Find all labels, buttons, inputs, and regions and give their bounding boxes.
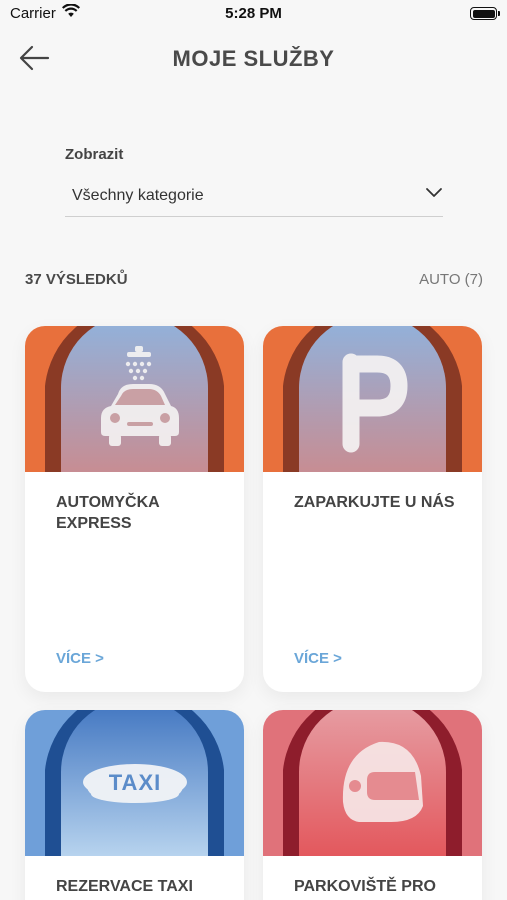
- taxi-icon: TAXI: [83, 764, 187, 803]
- service-card[interactable]: TAXI REZERVACE TAXI: [25, 710, 244, 900]
- card-image: TAXI: [25, 710, 244, 856]
- card-title: PARKOVIŠTĚ PRO: [294, 878, 436, 895]
- chevron-down-icon: [426, 188, 442, 197]
- status-bar: Carrier 5:28 PM: [0, 0, 507, 30]
- category-select-value: Všechny kategorie: [72, 187, 204, 204]
- more-link[interactable]: VÍCE >: [294, 650, 342, 667]
- card-image: [263, 710, 482, 856]
- service-card[interactable]: AUTOMYČKA EXPRESS VÍCE >: [25, 326, 244, 692]
- category-select[interactable]: Všechny kategorie: [65, 175, 443, 217]
- filter-label: Zobrazit: [65, 146, 124, 163]
- card-image: [25, 326, 244, 472]
- card-title: AUTOMYČKA EXPRESS: [56, 494, 160, 532]
- card-image: [263, 326, 482, 472]
- page-title: MOJE SLUŽBY: [172, 46, 335, 71]
- battery-icon: [470, 7, 500, 20]
- service-card[interactable]: ZAPARKUJTE U NÁS VÍCE >: [263, 326, 482, 692]
- header: MOJE SLUŽBY: [0, 30, 507, 90]
- service-card[interactable]: PARKOVIŠTĚ PRO: [263, 710, 482, 900]
- svg-text:TAXI: TAXI: [109, 770, 161, 795]
- car-wash-icon: [101, 346, 179, 446]
- card-title: ZAPARKUJTE U NÁS: [294, 494, 455, 511]
- results-count: 37 VÝSLEDKŮ: [25, 271, 128, 288]
- more-link[interactable]: VÍCE >: [56, 650, 104, 667]
- motorcycle-helmet-icon: [342, 741, 423, 822]
- parking-icon: [342, 353, 408, 453]
- category-filter: Zobrazit Všechny kategorie: [65, 146, 443, 217]
- clock-label: 5:28 PM: [225, 5, 282, 22]
- card-title: REZERVACE TAXI: [56, 878, 193, 895]
- results-filter-chip[interactable]: AUTO (7): [419, 271, 483, 288]
